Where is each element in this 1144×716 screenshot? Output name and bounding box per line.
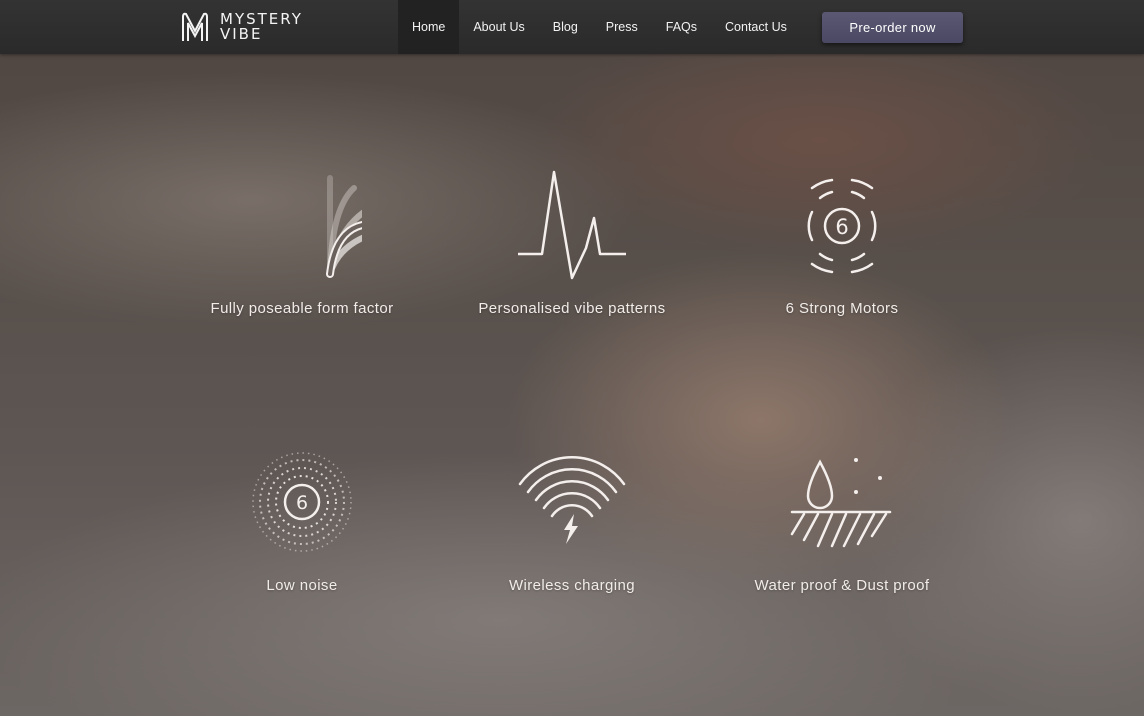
feature-label: Wireless charging bbox=[508, 577, 635, 594]
low-noise-icon: 6 bbox=[252, 452, 352, 552]
poseable-icon bbox=[326, 175, 362, 278]
feature-label: Water proof & Dust proof bbox=[754, 577, 930, 594]
feature-motors: 6 6 Strong Motors bbox=[712, 168, 972, 317]
nav-item-contact-us[interactable]: Contact Us bbox=[711, 0, 801, 54]
feature-wireless-charging: Wireless charging bbox=[442, 448, 702, 594]
motors-icon: 6 bbox=[807, 178, 877, 274]
feature-vibe-patterns: Personalised vibe patterns bbox=[442, 168, 702, 317]
nav-item-home[interactable]: Home bbox=[398, 0, 460, 54]
wireless-charging-icon bbox=[518, 456, 626, 544]
feature-poseable: Fully poseable form factor bbox=[172, 168, 432, 317]
feature-label: 6 Strong Motors bbox=[785, 300, 899, 317]
feature-label: Low noise bbox=[266, 577, 338, 594]
top-navbar: MYSTERY VIBE Home About Us Blog Press FA… bbox=[0, 0, 1144, 54]
nav-item-faqs[interactable]: FAQs bbox=[652, 0, 711, 54]
feature-waterproof: Water proof & Dust proof bbox=[712, 448, 972, 594]
nav-item-about-us[interactable]: About Us bbox=[459, 0, 538, 54]
motors-badge: 6 bbox=[835, 215, 848, 239]
page: MYSTERY VIBE Home About Us Blog Press FA… bbox=[0, 0, 1144, 716]
nav-item-press[interactable]: Press bbox=[592, 0, 652, 54]
brand-logo[interactable]: MYSTERY VIBE bbox=[180, 10, 303, 44]
main-nav: Home About Us Blog Press FAQs Contact Us bbox=[398, 0, 801, 54]
low-noise-badge: 6 bbox=[296, 492, 308, 514]
feature-label: Fully poseable form factor bbox=[210, 300, 394, 317]
pulse-wave-icon bbox=[518, 170, 626, 280]
preorder-button[interactable]: Pre-order now bbox=[822, 12, 963, 43]
feature-label: Personalised vibe patterns bbox=[478, 300, 666, 317]
brand-line-2: VIBE bbox=[220, 25, 263, 43]
m-logo-icon bbox=[182, 12, 208, 41]
feature-low-noise: 6 Low noise bbox=[172, 448, 432, 594]
nav-item-blog[interactable]: Blog bbox=[539, 0, 592, 54]
waterproof-icon bbox=[790, 458, 892, 548]
brand-name: MYSTERY VIBE bbox=[220, 12, 303, 42]
